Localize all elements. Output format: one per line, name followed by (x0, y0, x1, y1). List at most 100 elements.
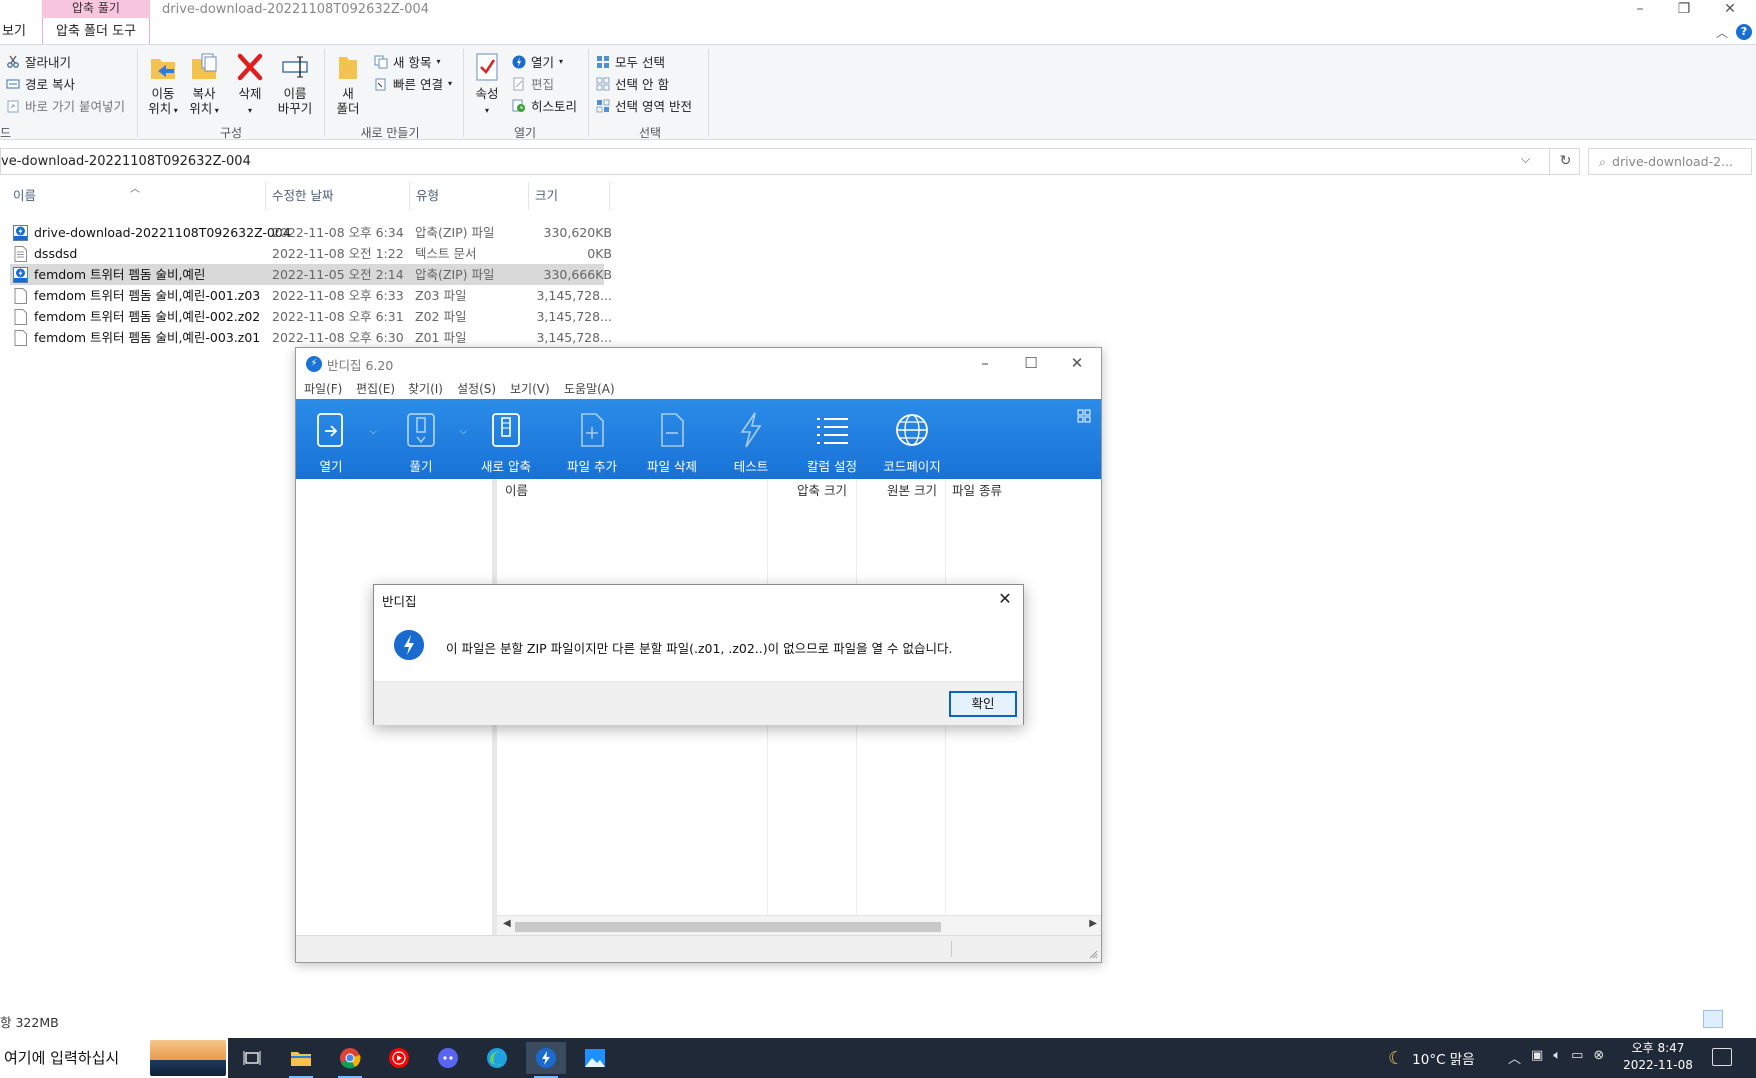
weather-widget[interactable]: ☾ 10°C 맑음 (1388, 1048, 1475, 1069)
task-view-icon[interactable] (232, 1042, 272, 1074)
bandizip-maximize-button[interactable]: ☐ (1011, 351, 1051, 375)
paste-shortcut-button[interactable]: 바로 가기 붙여넣기 (6, 96, 125, 115)
ok-button[interactable]: 확인 (949, 691, 1017, 717)
scroll-left-icon[interactable]: ◀ (503, 918, 511, 929)
meet-icon[interactable]: ▣ (1531, 1048, 1543, 1067)
refresh-icon[interactable]: ↻ (1549, 149, 1581, 174)
search-input[interactable]: ⌕ drive-download-2... (1588, 148, 1752, 175)
horizontal-scrollbar[interactable]: ◀ ▶ (497, 915, 1101, 935)
invert-selection-button[interactable]: 선택 영역 반전 (596, 96, 692, 115)
file-row[interactable]: femdom 트위터 펨돔 술비,예린-002.z02 2022-11-08 오후… (10, 306, 612, 327)
search-highlight-image[interactable] (150, 1040, 226, 1076)
input-status-icon[interactable]: ⊗ (1593, 1048, 1604, 1067)
menu-find[interactable]: 찾기(I) (408, 380, 443, 397)
column-header-name[interactable]: 이름 (8, 182, 266, 210)
select-none-button[interactable]: 선택 안 함 (596, 74, 669, 93)
volume-icon[interactable]: 🔈︎ (1553, 1048, 1561, 1067)
copy-path-icon (6, 79, 20, 88)
resize-grip-icon[interactable] (1088, 949, 1098, 959)
open-button[interactable]: 열기 ▾ (512, 52, 563, 71)
toolbar-add-files-button[interactable]: 파일 추가 (558, 399, 626, 479)
copy-path-button[interactable]: 경로 복사 (6, 74, 75, 93)
bandizip-icon[interactable] (526, 1042, 566, 1078)
edge-icon[interactable] (477, 1042, 517, 1074)
file-size: 3,145,728... (536, 288, 612, 303)
easy-access-button[interactable]: 빠른 연결 ▾ (374, 74, 452, 93)
toolbar-extract-button[interactable]: 풀기 (388, 399, 454, 479)
discord-icon[interactable] (428, 1042, 468, 1074)
select-all-button[interactable]: 모두 선택 (596, 52, 665, 71)
dialog-close-button[interactable]: ✕ (993, 587, 1017, 611)
chrome-icon[interactable] (330, 1042, 370, 1078)
column-header-packed-size[interactable]: 압축 크기 (767, 479, 853, 503)
delete-button[interactable]: 삭제 ▾ (230, 51, 270, 118)
minimize-button[interactable]: – (1620, 0, 1660, 18)
menu-view[interactable]: 보기(V) (510, 380, 550, 397)
network-icon[interactable]: ▭ (1571, 1048, 1583, 1067)
cut-button[interactable]: 잘라내기 (6, 52, 71, 71)
tab-view[interactable]: 보기 (0, 18, 26, 45)
toolbar-delete-files-button[interactable]: 파일 삭제 (638, 399, 706, 479)
move-to-button[interactable]: 이동 위치 ▾ (140, 51, 186, 118)
file-row[interactable]: drive-download-20221108T092632Z-004 2022-… (10, 222, 612, 243)
toolbar-open-button[interactable]: 열기 (298, 399, 364, 479)
file-row[interactable]: femdom 트위터 펨돔 술비,예린-001.z03 2022-11-08 오후… (10, 285, 612, 306)
taskbar-search-box[interactable]: 여기에 입력하십시 (0, 1038, 228, 1078)
file-row[interactable]: femdom 트위터 펨돔 술비,예린-003.z01 2022-11-08 오후… (10, 327, 612, 348)
rename-button[interactable]: 이름 바꾸기 (272, 51, 318, 116)
group-divider (324, 49, 325, 137)
tray-overflow-icon[interactable]: ︿ (1508, 1048, 1521, 1067)
bandizip-close-button[interactable]: ✕ (1057, 351, 1097, 375)
new-item-button[interactable]: 새 항목 ▾ (374, 52, 441, 71)
column-header-type[interactable]: 유형 (411, 182, 529, 210)
history-button[interactable]: 히스토리 (512, 96, 577, 115)
details-view-icon[interactable] (1703, 1010, 1723, 1028)
chevron-down-icon[interactable]: ⌵ (1521, 152, 1530, 167)
bandizip-menubar: 파일(F) 편집(E) 찾기(I) 설정(S) 보기(V) 도움말(A) (296, 378, 1101, 398)
menu-edit[interactable]: 편집(E) (356, 380, 395, 397)
file-row[interactable]: dssdsd 2022-11-08 오전 1:22 텍스트 문서 0KB (10, 243, 612, 264)
menu-settings[interactable]: 설정(S) (457, 380, 496, 397)
list-columns-icon (817, 418, 848, 444)
collapse-ribbon-icon[interactable]: ︿ (1716, 24, 1728, 41)
notification-icon[interactable] (1712, 1048, 1732, 1066)
open-dropdown-icon[interactable]: ⌵ (370, 427, 377, 437)
add-file-icon (581, 413, 604, 447)
clipboard-group-label: 드 (0, 126, 12, 140)
large-icons-view-icon[interactable] (1727, 1010, 1747, 1028)
properties-button[interactable]: 속성 ▾ (465, 51, 509, 118)
close-button[interactable]: ✕ (1710, 0, 1750, 18)
layout-grid-icon[interactable] (1077, 409, 1091, 423)
delete-x-icon (237, 53, 263, 81)
scrollbar-thumb[interactable] (515, 922, 941, 932)
toolbar-column-settings-button[interactable]: 칼럼 설정 (796, 399, 868, 479)
file-explorer-icon[interactable] (281, 1042, 321, 1078)
file-row[interactable]: femdom 트위터 펨돔 술비,예린 2022-11-05 오전 2:14 압축(… (10, 264, 612, 285)
column-header-file-type[interactable]: 파일 종류 (952, 479, 1002, 503)
scroll-right-icon[interactable]: ▶ (1089, 918, 1097, 929)
edit-button[interactable]: 편집 (512, 74, 554, 93)
extract-dropdown-icon[interactable]: ⌵ (460, 427, 467, 437)
menu-help[interactable]: 도움말(A) (564, 380, 615, 397)
photos-icon[interactable] (575, 1042, 615, 1074)
column-header-name[interactable]: 이름 (505, 479, 528, 503)
restore-button[interactable]: ❐ (1664, 0, 1704, 18)
new-folder-button[interactable]: 새 폴더 (326, 51, 370, 116)
status-bar-text: 항 322MB (0, 1015, 59, 1030)
menu-file[interactable]: 파일(F) (304, 380, 342, 397)
help-icon[interactable]: ? (1736, 24, 1752, 40)
toolbar-codepage-button[interactable]: 코드페이지 (876, 399, 948, 479)
youtube-music-icon[interactable] (379, 1042, 419, 1074)
column-header-size[interactable]: 크기 (530, 182, 610, 210)
column-header-date[interactable]: 수정한 날짜 (267, 182, 410, 210)
bandizip-minimize-button[interactable]: – (965, 351, 1005, 375)
file-date: 2022-11-08 오후 6:33 (272, 288, 404, 303)
tab-compressed-folder-tools[interactable]: 압축 폴더 도구 (42, 18, 150, 45)
address-bar[interactable]: ve-download-20221108T092632Z-004 ⌵ ↻ (0, 148, 1580, 175)
copy-to-button[interactable]: 복사 위치 ▾ (181, 51, 227, 118)
toolbar-test-button[interactable]: 테스트 (718, 399, 784, 479)
file-type: 압축(ZIP) 파일 (415, 225, 495, 240)
column-header-original-size[interactable]: 원본 크기 (856, 479, 943, 503)
clock[interactable]: 오후 8:47 2022-11-08 (1618, 1040, 1698, 1074)
toolbar-new-archive-button[interactable]: 새로 압축 (468, 399, 544, 479)
